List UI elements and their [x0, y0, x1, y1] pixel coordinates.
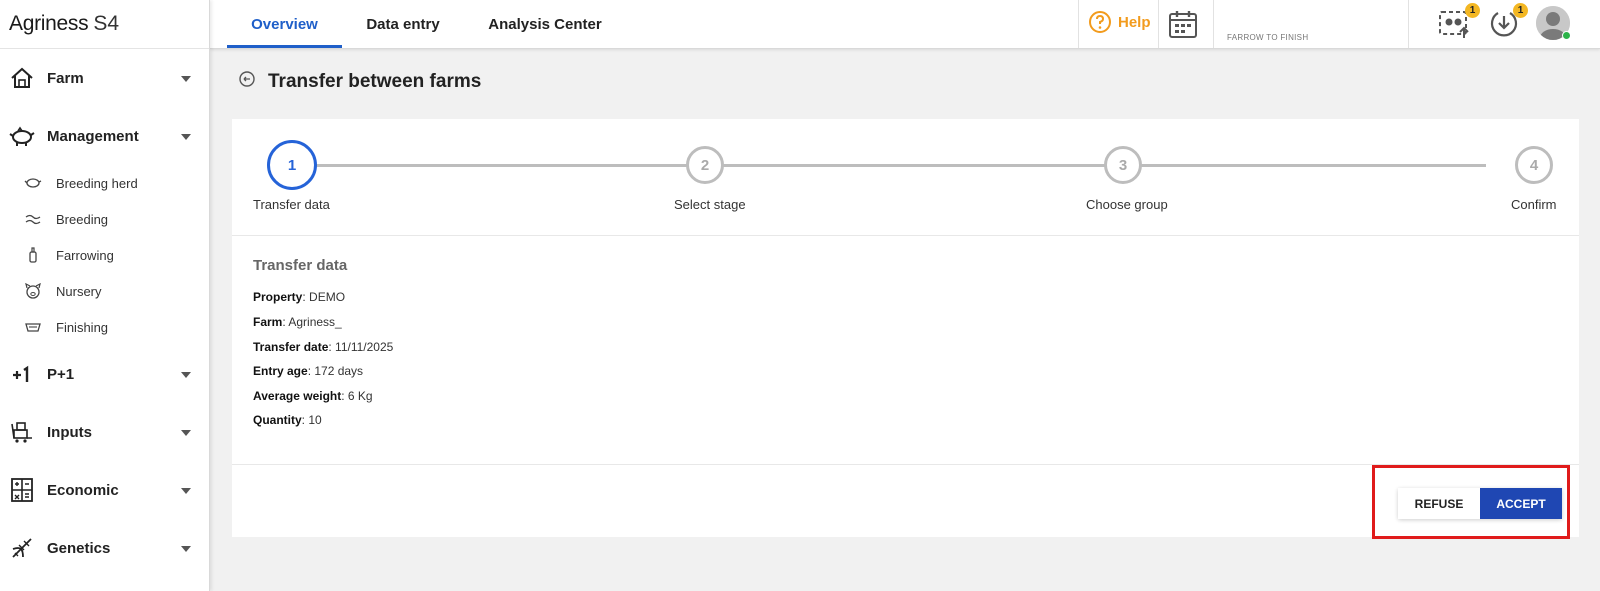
field-transfer-date: Transfer date: 11/11/2025: [253, 340, 393, 354]
sidebar-group-economic[interactable]: Economic: [0, 461, 209, 519]
step-4-indicator: 4: [1515, 146, 1553, 184]
divider: [1408, 0, 1409, 48]
tab-data-entry[interactable]: Data entry: [353, 0, 453, 48]
bottle-icon: [24, 246, 42, 264]
tab-analysis-center[interactable]: Analysis Center: [480, 0, 610, 48]
sidebar-item-farrowing[interactable]: Farrowing: [0, 237, 209, 273]
field-value: : 10: [301, 413, 322, 427]
sidebar-group-p-plus-1[interactable]: P+1: [0, 345, 209, 403]
field-average-weight: Average weight: 6 Kg: [253, 389, 373, 403]
feeder-icon: [24, 318, 42, 336]
sidebar-item-breeding-herd[interactable]: Breeding herd: [0, 165, 209, 201]
step-4-label: Confirm: [1511, 197, 1557, 212]
top-navigation-bar: Overview Data entry Analysis Center Help…: [210, 0, 1600, 49]
upload-robot-button[interactable]: 1: [1438, 3, 1480, 45]
calendar-button[interactable]: [1168, 9, 1198, 44]
download-button[interactable]: 1: [1488, 3, 1528, 45]
sidebar-group-label: P+1: [47, 365, 75, 383]
stepper: 1 Transfer data 2 Select stage 3 Choose …: [232, 119, 1579, 236]
notification-badge: 1: [1513, 3, 1528, 18]
stepper-track: [311, 164, 1486, 167]
chevron-down-icon: [181, 430, 191, 436]
field-value: : 11/11/2025: [328, 340, 394, 354]
chevron-down-icon: [181, 488, 191, 494]
field-key: Transfer date: [253, 340, 329, 354]
chevron-down-icon: [181, 76, 191, 82]
field-value: : DEMO: [302, 290, 346, 304]
divider: [1078, 0, 1079, 48]
question-circle-icon: [1089, 11, 1111, 33]
field-entry-age: Entry age: 172 days: [253, 364, 363, 378]
field-value: : 172 days: [307, 364, 364, 378]
help-button[interactable]: Help: [1088, 10, 1151, 34]
chevron-down-icon: [181, 372, 191, 378]
calculator-icon: [9, 477, 35, 503]
field-key: Entry age: [253, 364, 308, 378]
breeding-icon: [24, 210, 42, 228]
field-key: Farm: [253, 315, 283, 329]
highlight-box: [1372, 465, 1570, 539]
step-3-label: Choose group: [1086, 197, 1168, 212]
brand-name: Agriness: [9, 12, 89, 35]
sidebar-item-nursery[interactable]: Nursery: [0, 273, 209, 309]
sidebar-group-label: Genetics: [47, 539, 111, 557]
notification-badge: 1: [1465, 3, 1480, 18]
sidebar-item-label: Breeding: [56, 211, 109, 227]
field-key: Property: [253, 290, 303, 304]
sidebar-item-finishing[interactable]: Finishing: [0, 309, 209, 345]
calendar-icon: [1169, 11, 1197, 38]
step-1-indicator: 1: [267, 140, 317, 190]
sidebar-group-inputs[interactable]: Inputs: [0, 403, 209, 461]
chevron-down-icon: [181, 134, 191, 140]
step-3-indicator: 3: [1104, 146, 1142, 184]
page-title: Transfer between farms: [268, 70, 482, 92]
sidebar-group-farm[interactable]: Farm: [0, 49, 209, 107]
field-property: Property: DEMO: [253, 290, 345, 304]
page-header: Transfer between farms: [238, 70, 481, 93]
divider: [1158, 0, 1159, 48]
sidebar-group-management[interactable]: Management: [0, 107, 209, 165]
sidebar: Agriness S4 Farm Management Breeding her…: [0, 0, 210, 591]
divider: [1213, 0, 1214, 48]
sidebar-item-breeding[interactable]: Breeding: [0, 201, 209, 237]
help-label: Help: [1118, 13, 1151, 31]
pig-icon: [9, 123, 35, 149]
cart-icon: [9, 419, 35, 445]
production-type-label[interactable]: FARROW TO FINISH: [1227, 33, 1308, 42]
step-1-label: Transfer data: [253, 197, 330, 212]
field-key: Average weight: [253, 389, 342, 403]
app-logo[interactable]: Agriness S4: [0, 0, 209, 49]
plus-one-icon: [9, 361, 35, 387]
field-quantity: Quantity: 10: [253, 413, 322, 427]
sidebar-item-label: Breeding herd: [56, 175, 138, 191]
sow-icon: [24, 174, 42, 192]
sidebar-group-label: Inputs: [47, 423, 92, 441]
field-key: Quantity: [253, 413, 302, 427]
piglet-icon: [24, 282, 42, 300]
sidebar-item-label: Nursery: [56, 283, 102, 299]
online-status-dot: [1562, 31, 1571, 40]
sidebar-item-label: Farrowing: [56, 247, 114, 263]
back-icon[interactable]: [238, 70, 256, 93]
tab-overview[interactable]: Overview: [227, 0, 342, 48]
brand-product: S4: [93, 12, 119, 35]
sidebar-group-label: Farm: [47, 69, 84, 87]
section-title: Transfer data: [253, 257, 348, 274]
field-value: : 6 Kg: [341, 389, 373, 403]
sidebar-group-label: Economic: [47, 481, 119, 499]
field-farm: Farm: Agriness_: [253, 315, 342, 329]
chevron-down-icon: [181, 546, 191, 552]
step-2-indicator: 2: [686, 146, 724, 184]
field-value: : Agriness_: [282, 315, 342, 329]
sidebar-group-genetics[interactable]: Genetics: [0, 519, 209, 577]
step-2-label: Select stage: [674, 197, 746, 212]
sidebar-group-label: Management: [47, 127, 139, 145]
home-icon: [9, 65, 35, 91]
sidebar-item-label: Finishing: [56, 319, 109, 335]
dna-icon: [9, 535, 35, 561]
